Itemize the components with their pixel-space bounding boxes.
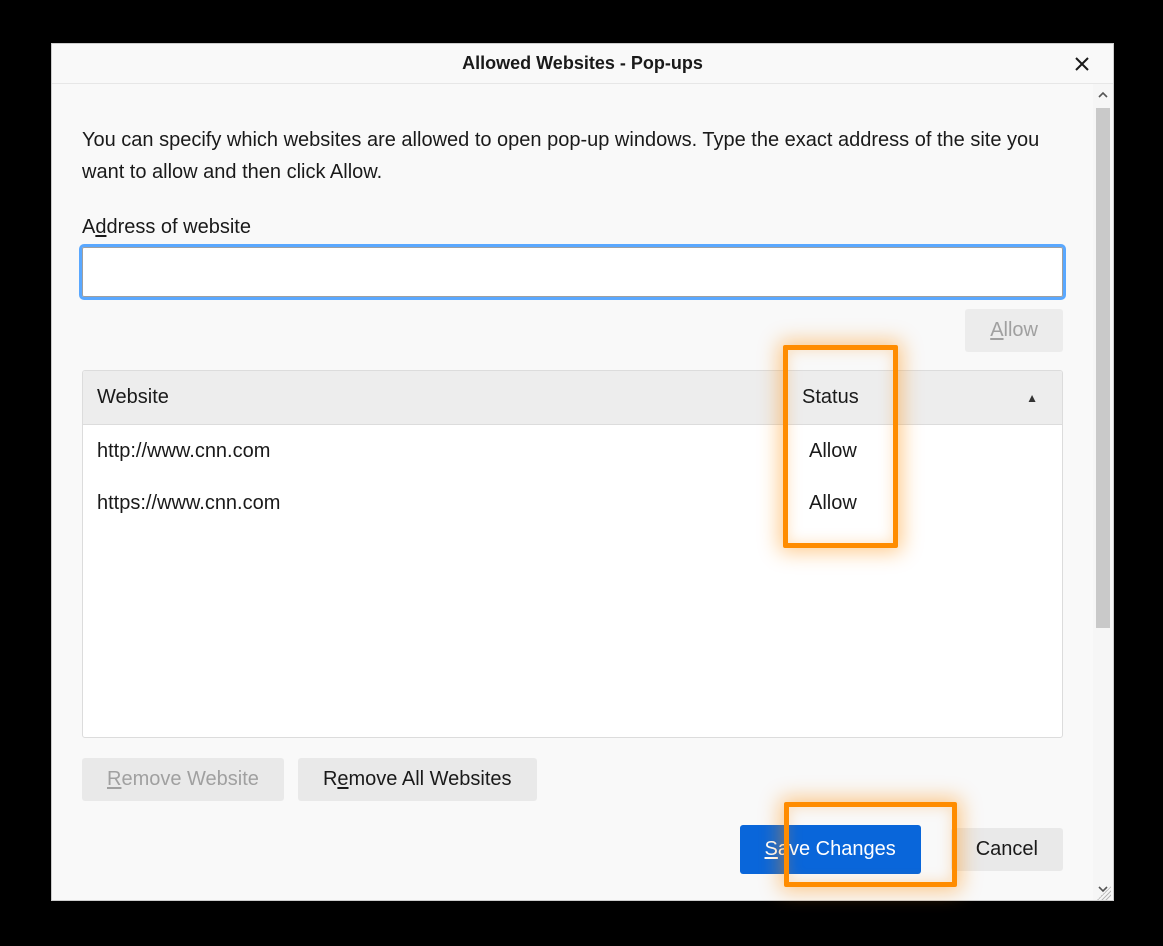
dialog-title: Allowed Websites - Pop-ups (52, 53, 1113, 74)
col-header-website[interactable]: Website (83, 386, 785, 409)
close-icon (1074, 56, 1090, 72)
allow-button[interactable]: Allow (965, 309, 1063, 352)
intro-text: You can specify which websites are allow… (82, 124, 1063, 188)
sort-asc-icon: ▲ (1026, 391, 1038, 405)
scroll-area: You can specify which websites are allow… (52, 84, 1113, 900)
cell-status: Allow (785, 492, 1062, 515)
cancel-button[interactable]: Cancel (951, 828, 1063, 871)
scroll-track[interactable] (1093, 106, 1113, 878)
address-label: Address of website (82, 216, 1063, 239)
remove-website-button[interactable]: Remove Website (82, 758, 284, 801)
footer-row-actions: Save Changes Cancel (82, 825, 1063, 874)
save-changes-button[interactable]: Save Changes (740, 825, 921, 874)
scroll-thumb[interactable] (1096, 108, 1110, 628)
vertical-scrollbar[interactable] (1093, 84, 1113, 900)
footer-row-remove: Remove Website Remove All Websites (82, 758, 1063, 801)
address-input[interactable] (82, 247, 1063, 297)
table-row[interactable]: http://www.cnn.com Allow (83, 425, 1062, 477)
content: You can specify which websites are allow… (52, 84, 1093, 900)
cell-website: http://www.cnn.com (83, 440, 785, 463)
table-row[interactable]: https://www.cnn.com Allow (83, 477, 1062, 529)
close-button[interactable] (1059, 44, 1105, 84)
cell-status: Allow (785, 440, 1062, 463)
col-header-status[interactable]: Status ▲ (785, 386, 1062, 409)
resize-grip[interactable] (1097, 886, 1111, 900)
websites-table: Website Status ▲ http://www.cnn.com Allo… (82, 370, 1063, 738)
scroll-up-button[interactable] (1093, 84, 1113, 106)
cell-website: https://www.cnn.com (83, 492, 785, 515)
popup-exceptions-dialog: Allowed Websites - Pop-ups You can speci… (52, 44, 1113, 900)
table-body: http://www.cnn.com Allow https://www.cnn… (83, 425, 1062, 737)
remove-all-websites-button[interactable]: Remove All Websites (298, 758, 537, 801)
chevron-up-icon (1098, 90, 1108, 100)
titlebar: Allowed Websites - Pop-ups (52, 44, 1113, 84)
table-header: Website Status ▲ (83, 371, 1062, 425)
